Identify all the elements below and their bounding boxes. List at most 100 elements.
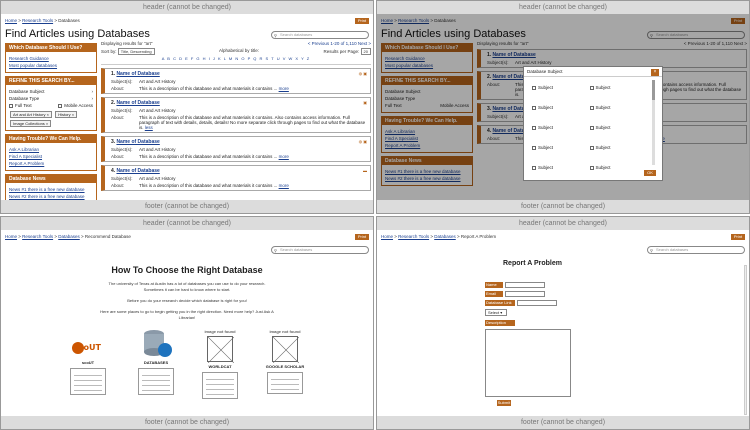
subject-value: Art and Art History — [139, 108, 176, 113]
about-key: About: — [111, 183, 125, 188]
crumb-databases[interactable]: Databases — [58, 234, 80, 239]
link-ask-librarian[interactable]: Ask A Librarian — [9, 147, 93, 152]
subject-label: Subject — [538, 105, 554, 110]
more-link[interactable]: more — [279, 154, 289, 159]
intro-paragraph: The university of Texas at Austin has a … — [1, 281, 373, 293]
header-placeholder: header (cannot be changed) — [1, 217, 373, 230]
subject-key: Subject(s): — [111, 147, 133, 152]
tool-list — [202, 372, 238, 399]
header-placeholder: header (cannot be changed) — [1, 1, 373, 14]
subject-checkbox[interactable]: Subject — [532, 125, 590, 130]
crumb-research-tools[interactable]: Research Tools — [22, 18, 53, 23]
subject-checkbox[interactable]: Subject — [532, 145, 590, 150]
sort-select[interactable]: Title, Descending — [117, 48, 155, 55]
crumb-home[interactable]: Home — [381, 234, 393, 239]
filter-tag[interactable]: History × — [55, 111, 78, 118]
alpha-index[interactable]: A B C D E F G H I J K L M N O P Q R S T … — [101, 56, 371, 61]
subject-checkbox[interactable]: Subject — [532, 105, 590, 110]
breadcrumb: Home > Research Tools > Databases > Repo… — [381, 234, 497, 239]
search-input[interactable]: ⚲ Search databases — [647, 246, 745, 254]
subject-checkbox[interactable]: Subject — [589, 105, 648, 110]
fulltext-checkbox[interactable]: Full Text — [9, 103, 32, 108]
modal-scrollbar[interactable] — [652, 80, 655, 165]
close-icon[interactable]: × — [651, 69, 659, 76]
description-textarea[interactable] — [485, 329, 571, 397]
email-field[interactable] — [505, 291, 545, 297]
refine-type[interactable]: Database Type › — [9, 96, 93, 101]
less-link[interactable]: less — [145, 125, 153, 130]
subject-label: Subject — [595, 85, 611, 90]
help-heading: Having Trouble? We Can Help. — [6, 135, 96, 143]
filter-tag[interactable]: Image Collections × — [10, 120, 52, 127]
tool-label: DATABASES — [143, 360, 169, 365]
footer-placeholder: footer (cannot be changed) — [1, 416, 373, 429]
page-title: Report A Problem — [503, 260, 562, 267]
link-research-guidance[interactable]: Research Guidance — [9, 56, 93, 61]
tool-google-scholar[interactable]: image not found GOOGLE SCHOLAR — [263, 329, 307, 394]
news-link[interactable]: News #1 there is a free new database — [9, 187, 93, 192]
print-button[interactable]: Print — [731, 234, 745, 240]
news-link[interactable]: News #2 there is a free new database — [9, 194, 93, 199]
tool-worldcat[interactable]: image not found WORLDCAT — [198, 329, 242, 399]
subject-label: Subject — [538, 145, 554, 150]
report-form: Name Email Database Link Select ▾ Descri… — [485, 282, 625, 397]
print-button[interactable]: Print — [355, 234, 369, 240]
submit-button[interactable]: Submit — [497, 400, 511, 406]
filter-tag[interactable]: Art and Art History × — [10, 111, 52, 118]
crumb-home[interactable]: Home — [5, 18, 17, 23]
problem-select[interactable]: Select ▾ — [485, 309, 507, 316]
help-box: Having Trouble? We Can Help. Ask A Libra… — [5, 134, 97, 171]
record-number: 1. — [111, 71, 116, 77]
subject-checkbox[interactable]: Subject — [589, 145, 648, 150]
refine-subject[interactable]: Database Subject › — [9, 89, 93, 94]
subject-checkbox[interactable]: Subject — [532, 165, 590, 170]
record-name[interactable]: Name of Database — [116, 71, 159, 77]
search-icon: ⚲ — [274, 33, 277, 38]
record-name[interactable]: Name of Database — [116, 168, 159, 174]
search-input[interactable]: ⚲ Search databases — [271, 246, 369, 254]
image-not-found-label: image not found — [269, 329, 301, 334]
subject-checkbox[interactable]: Subject — [589, 125, 648, 130]
per-page-label: Results per Page: — [323, 49, 360, 54]
about-key: About: — [111, 86, 125, 91]
alpha-label: Alphabetical by title: — [219, 48, 260, 53]
more-link[interactable]: more — [279, 86, 289, 91]
tool-databases[interactable]: DATABASES — [134, 326, 178, 395]
ok-button[interactable]: OK — [644, 170, 656, 176]
panel-subject-modal: header (cannot be changed) Home > Resear… — [376, 0, 750, 214]
link-find-specialist[interactable]: Find A Specialist — [9, 154, 93, 159]
search-placeholder: Search databases — [280, 247, 313, 252]
subject-grid: Subject Subject Subject Subject Subject … — [532, 85, 647, 170]
breadcrumb: Home > Research Tools > Databases — [5, 18, 80, 23]
image-placeholder-icon — [207, 336, 234, 363]
subject-checkbox[interactable]: Subject — [532, 85, 590, 90]
search-input[interactable]: ⚲ Search databases — [271, 31, 369, 39]
per-page-select[interactable]: 20 — [360, 48, 371, 55]
description-label: Description — [485, 320, 515, 326]
page-scrollbar[interactable] — [744, 265, 747, 415]
database-icon — [134, 326, 178, 360]
name-field[interactable] — [505, 282, 545, 288]
chevron-down-icon: ▾ — [500, 310, 503, 315]
results-area: Displaying results for "art" < Previous … — [101, 41, 371, 191]
crumb-research-tools[interactable]: Research Tools — [22, 234, 53, 239]
about-key: About: — [111, 115, 125, 120]
chevron-right-icon: › — [91, 96, 94, 101]
subject-checkbox[interactable]: Subject — [589, 85, 648, 90]
pager[interactable]: < Previous 1-20 of 1,110 Next > — [308, 41, 371, 46]
subject-value: Art and Art History — [139, 176, 176, 181]
link-report-problem[interactable]: Report A Problem — [9, 161, 93, 166]
crumb-research-tools[interactable]: Research Tools — [398, 234, 429, 239]
crumb-home[interactable]: Home — [5, 234, 17, 239]
record-name[interactable]: Name of Database — [116, 139, 159, 145]
crumb-databases[interactable]: Databases — [434, 234, 456, 239]
subject-checkbox[interactable]: Subject — [589, 165, 648, 170]
record-name[interactable]: Name of Database — [116, 100, 159, 106]
database-link-field[interactable] — [517, 300, 557, 306]
print-button[interactable]: Print — [355, 18, 369, 24]
tool-scout[interactable]: scoUT scoUT — [66, 326, 110, 395]
more-link[interactable]: more — [279, 183, 289, 188]
tool-label: GOOGLE SCHOLAR — [265, 364, 305, 369]
link-popular-databases[interactable]: Most popular databases — [9, 63, 93, 68]
mobile-checkbox[interactable]: Mobile Access — [58, 103, 93, 108]
